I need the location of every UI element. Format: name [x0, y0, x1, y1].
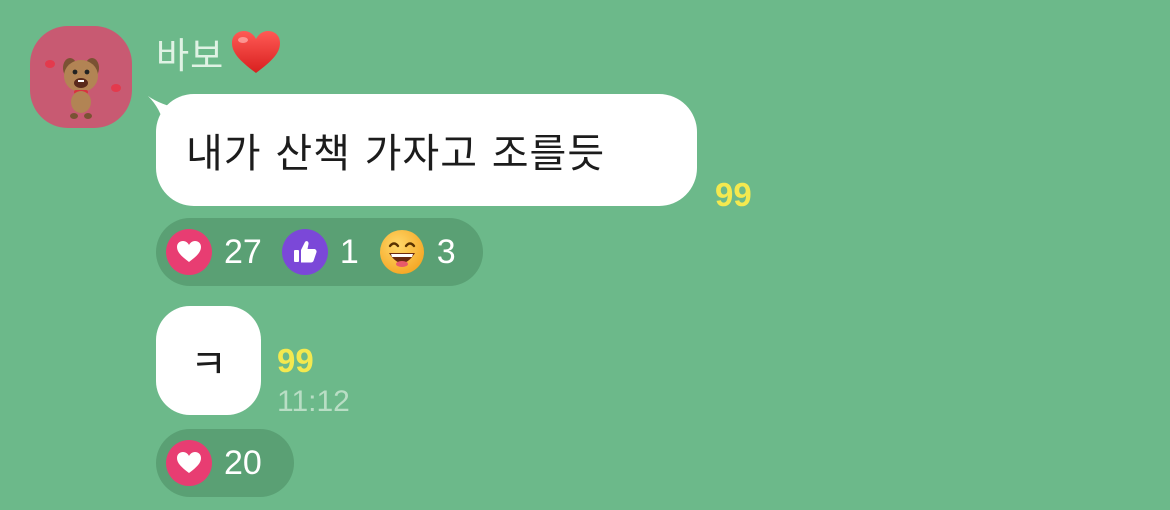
- laughing-face-reaction-icon: [379, 229, 425, 275]
- unread-count: 99: [715, 176, 752, 213]
- message-text: ㅋ: [190, 341, 227, 388]
- reaction-bar[interactable]: 27 1 3: [156, 218, 483, 286]
- reaction-heart[interactable]: 27: [166, 229, 262, 275]
- reaction-count: 1: [339, 232, 359, 271]
- message-bubble[interactable]: 내가 산책 가자고 조를듯: [156, 94, 697, 206]
- reaction-count: 20: [224, 443, 262, 482]
- heart-emoji-icon: [230, 29, 282, 77]
- sender-name: 바보: [156, 36, 225, 77]
- dog-character-icon: [45, 58, 121, 119]
- reaction-laugh[interactable]: 3: [379, 229, 456, 275]
- sender-header: 바보: [156, 28, 282, 78]
- message-bubble[interactable]: ㅋ: [156, 306, 261, 415]
- unread-count: 99: [277, 342, 314, 379]
- message-time: 11:12: [277, 385, 350, 418]
- reaction-thumbs-up[interactable]: 1: [281, 229, 359, 275]
- thumbs-up-reaction-icon: [281, 229, 328, 275]
- reaction-bar[interactable]: 20: [156, 429, 294, 497]
- reaction-heart[interactable]: 20: [166, 440, 262, 486]
- reaction-count: 27: [224, 232, 262, 271]
- message-text: 내가 산책 가자고 조를듯: [186, 131, 606, 177]
- heart-reaction-icon: [166, 440, 212, 486]
- reaction-count: 3: [436, 232, 456, 271]
- sender-avatar[interactable]: [30, 26, 132, 128]
- heart-reaction-icon: [166, 229, 212, 275]
